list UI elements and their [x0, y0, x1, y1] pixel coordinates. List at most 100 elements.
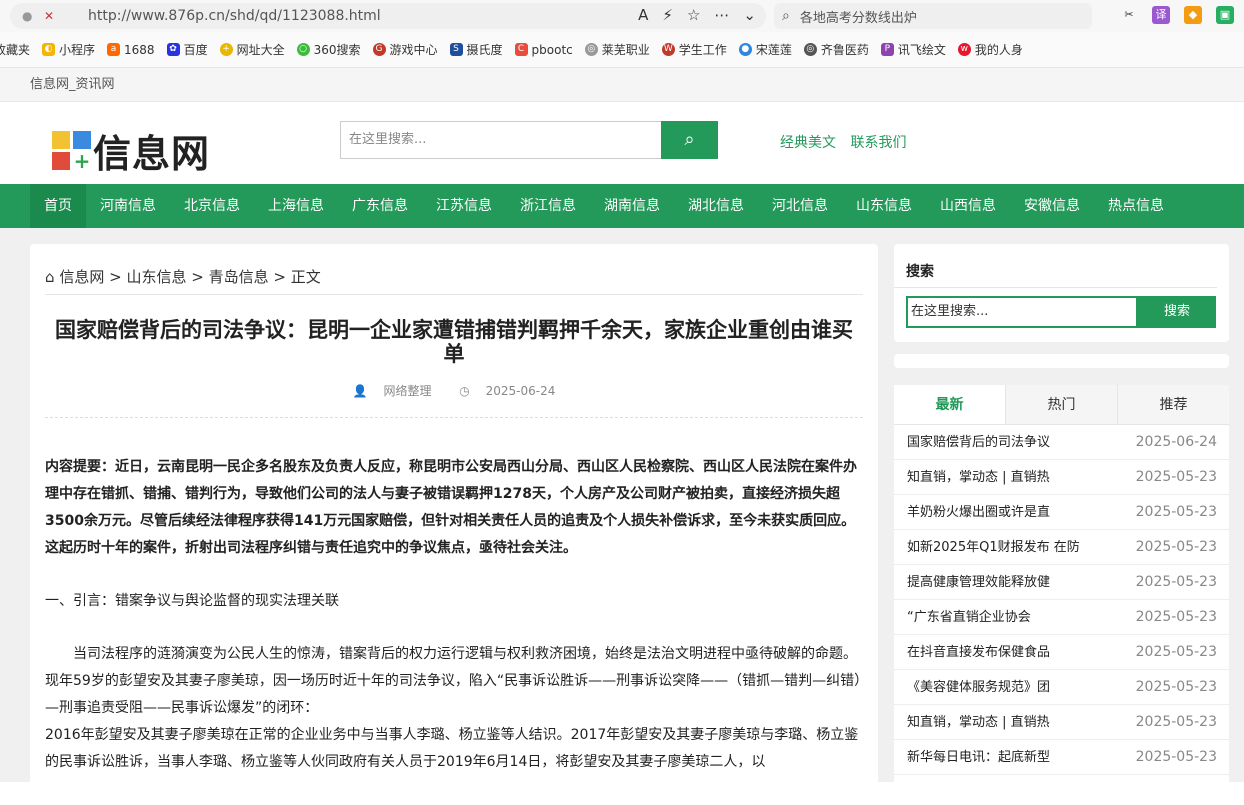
nav-item[interactable]: 湖北信息	[674, 184, 758, 228]
bookmark-label: 我的人身	[974, 43, 1023, 57]
bookmark-item[interactable]: ◐ 小程序	[42, 41, 95, 58]
list-item-title[interactable]: 《美容健体服务规范》团	[907, 670, 1050, 704]
read-aloud-icon[interactable]: A	[638, 6, 648, 24]
list-item-title[interactable]: 如新2025年Q1财报发布 在防	[907, 530, 1080, 564]
list-item[interactable]: 《美容健体服务规范》团 2025-05-23	[894, 670, 1229, 705]
bookmark-item[interactable]: ◎ 齐鲁医药	[803, 41, 869, 58]
sidebar-search-input[interactable]: 在这里搜索...	[906, 296, 1138, 328]
article-panel: ⌂ 信息网 > 山东信息 > 青岛信息 > 正文 国家赔偿背后的司法争议：昆明一…	[30, 244, 878, 804]
list-item-date: 2025-05-23	[1135, 609, 1217, 625]
bookmark-item[interactable]: 收藏夹	[0, 41, 30, 58]
site-logo[interactable]: + 信息网	[52, 123, 210, 178]
site-tagline[interactable]: 信息网_资讯网	[30, 68, 1244, 102]
list-item[interactable]: 在抖音直接发布保健食品 2025-05-23	[894, 635, 1229, 670]
clock-icon: ◷	[459, 384, 470, 398]
link-classic-essays[interactable]: 经典美文	[780, 135, 836, 151]
bookmark-label: 宋莲莲	[755, 43, 792, 57]
translate-icon[interactable]: 译	[1152, 6, 1170, 24]
nav-item[interactable]: 热点信息	[1094, 184, 1178, 228]
book-icon[interactable]: ▣	[1216, 6, 1234, 24]
bookmark-label: 小程序	[59, 43, 96, 57]
list-item-title[interactable]: 国家赔偿背后的司法争议	[907, 425, 1050, 459]
breadcrumb-current: 正文	[290, 268, 321, 286]
list-item[interactable]: 如新2025年Q1财报发布 在防 2025-05-23	[894, 530, 1229, 565]
list-item-title[interactable]: 羊奶粉火爆出圈或许是直	[907, 495, 1050, 529]
nav-item[interactable]: 广东信息	[338, 184, 422, 228]
nav-item[interactable]: 安徽信息	[1010, 184, 1094, 228]
list-item-title[interactable]: 在抖音直接发布保健食品	[907, 635, 1050, 669]
sidebar-search-button[interactable]: 搜索	[1138, 296, 1216, 328]
url-text[interactable]: http://www.876p.cn/shd/qd/1123088.html	[88, 8, 381, 24]
star-icon[interactable]: ☆	[687, 6, 700, 24]
nav-item[interactable]: 山东信息	[842, 184, 926, 228]
nav-item[interactable]: 江苏信息	[422, 184, 506, 228]
bookmark-item[interactable]: W 学生工作	[661, 41, 727, 58]
breadcrumb-qingdao[interactable]: 青岛信息	[209, 268, 269, 286]
bookmark-label: 收藏夹	[0, 43, 31, 57]
bookmark-item[interactable]: ● 宋莲莲	[738, 41, 792, 58]
nav-item[interactable]: 北京信息	[170, 184, 254, 228]
nav-item[interactable]: 浙江信息	[506, 184, 590, 228]
home-icon: ⌂	[45, 268, 55, 286]
tab-recommended[interactable]: 推荐	[1117, 385, 1229, 424]
header-search-button[interactable]: ⌕	[661, 121, 718, 159]
user-icon: 👤	[352, 384, 368, 398]
user-icon: ●	[738, 43, 752, 56]
header-links: 经典美文 联系我们	[780, 132, 916, 152]
bookmark-item[interactable]: a 1688	[107, 43, 155, 57]
list-item-title[interactable]: 知直销，掌动态 | 直销热	[907, 460, 1050, 494]
list-item-title[interactable]: 提高健康管理效能释放健	[907, 565, 1050, 599]
extensions: ✂ 译 ◆ ▣	[1120, 6, 1234, 24]
more-icon[interactable]: ⋯	[714, 6, 729, 24]
bookmark-item[interactable]: G 游戏中心	[372, 41, 438, 58]
list-item[interactable]: 羊奶粉火爆出圈或许是直 2025-05-23	[894, 495, 1229, 530]
game-icon[interactable]: ◆	[1184, 6, 1202, 24]
list-item[interactable]: 知直销，掌动态 | 直销热 2025-05-23	[894, 705, 1229, 740]
bookmark-label: 360搜索	[313, 43, 361, 57]
bookmark-item[interactable]: ○ 360搜索	[296, 41, 361, 58]
list-item-title[interactable]: 新华每日电讯：起底新型	[907, 740, 1050, 774]
sidebar-search-title: 搜索	[894, 244, 1217, 288]
article-author: 网络整理	[383, 384, 432, 398]
list-item-title[interactable]: 知直销，掌动态 | 直销热	[907, 705, 1050, 739]
section-heading: 一、引言：错案争议与舆论监督的现实法理关联	[45, 593, 339, 609]
address-bar[interactable]: ● ✕ http://www.876p.cn/shd/qd/1123088.ht…	[10, 3, 766, 29]
article-paragraph: 2016年彭望安及其妻子廖美琼在正常的企业业务中与当事人李璐、杨立鉴等人结识。2…	[45, 727, 859, 770]
sidebar-search-row: 在这里搜索... 搜索	[906, 296, 1229, 328]
article-date: 2025-06-24	[485, 384, 556, 398]
bookmark-item[interactable]: S 摄氏度	[449, 41, 503, 58]
list-item[interactable]: “广东省直销企业协会 2025-05-23	[894, 600, 1229, 635]
list-item[interactable]: 知直销，掌动态 | 直销热 2025-05-23	[894, 460, 1229, 495]
link-contact-us[interactable]: 联系我们	[850, 135, 906, 151]
block-icon[interactable]: ✕	[44, 9, 58, 23]
browser-search-box[interactable]: ⌕ 各地高考分数线出炉	[774, 3, 1092, 29]
bookmark-item[interactable]: w 我的人身	[957, 41, 1023, 58]
bookmark-item[interactable]: ◎ 莱芜职业	[584, 41, 650, 58]
breadcrumb-shandong[interactable]: 山东信息	[126, 268, 186, 286]
list-item[interactable]: 国家赔偿背后的司法争议 2025-06-24	[894, 425, 1229, 460]
nav-item[interactable]: 河南信息	[86, 184, 170, 228]
nav-item[interactable]: 山西信息	[926, 184, 1010, 228]
header-search-input[interactable]: 在这里搜索...	[340, 121, 661, 159]
site-info-icon[interactable]: ●	[22, 9, 36, 23]
nav-item-home[interactable]: 首页	[30, 184, 86, 228]
nav-item[interactable]: 上海信息	[254, 184, 338, 228]
nav-item[interactable]: 河北信息	[758, 184, 842, 228]
bookmark-item[interactable]: P 讯飞绘文	[880, 41, 946, 58]
scissors-icon[interactable]: ✂	[1120, 6, 1138, 24]
bookmark-item[interactable]: + 网址大全	[219, 41, 285, 58]
chevron-down-icon[interactable]: ⌄	[743, 6, 756, 24]
list-item[interactable]: 新华每日电讯：起底新型 2025-05-23	[894, 740, 1229, 775]
bookmark-item[interactable]: Cpbootc	[514, 43, 573, 57]
bookmark-item[interactable]: ✿ 百度	[166, 41, 208, 58]
breadcrumb: ⌂ 信息网 > 山东信息 > 青岛信息 > 正文	[45, 244, 863, 295]
tab-latest[interactable]: 最新	[894, 385, 1005, 424]
list-item-title[interactable]: “广东省直销企业协会	[907, 600, 1031, 634]
list-item[interactable]: 提高健康管理效能释放健 2025-05-23	[894, 565, 1229, 600]
bookmark-label: 百度	[183, 43, 208, 57]
breadcrumb-home[interactable]: 信息网	[59, 268, 104, 286]
school-icon: W	[661, 43, 675, 56]
tab-hot[interactable]: 热门	[1005, 385, 1117, 424]
lightning-icon[interactable]: ⚡	[662, 6, 673, 24]
nav-item[interactable]: 湖南信息	[590, 184, 674, 228]
